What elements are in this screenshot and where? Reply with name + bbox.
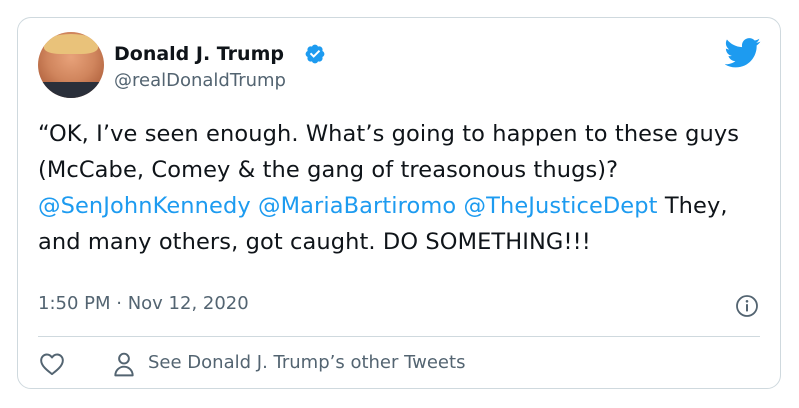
twitter-bird-icon[interactable] xyxy=(725,38,761,68)
info-icon[interactable] xyxy=(735,294,759,318)
tweet-text: “OK, I’ve seen enough. What’s going to h… xyxy=(38,116,758,260)
person-icon xyxy=(114,352,134,377)
tweet-text-space-2 xyxy=(456,193,463,219)
mention-senjohnkennedy[interactable]: @SenJohnKennedy xyxy=(38,193,251,219)
tweet-timestamp[interactable]: 1:50 PM · Nov 12, 2020 xyxy=(38,293,249,315)
author-name[interactable]: Donald J. Trump xyxy=(114,42,284,66)
author-handle[interactable]: @realDonaldTrump xyxy=(114,70,286,92)
tweet-card[interactable]: Donald J. Trump @realDonaldTrump “OK, I’… xyxy=(17,17,781,389)
avatar-suit xyxy=(38,82,104,98)
heart-icon[interactable] xyxy=(39,352,65,376)
avatar-hair xyxy=(44,34,98,54)
divider xyxy=(38,336,760,337)
verified-badge-icon xyxy=(305,44,325,64)
mention-mariabartiromo[interactable]: @MariaBartiromo xyxy=(258,193,456,219)
avatar[interactable] xyxy=(38,32,104,98)
tweet-text-part-1: “OK, I’ve seen enough. What’s going to h… xyxy=(38,121,747,183)
see-other-tweets-link[interactable]: See Donald J. Trump’s other Tweets xyxy=(148,352,465,374)
tweet-text-space-1 xyxy=(251,193,258,219)
mention-thejusticedept[interactable]: @TheJusticeDept xyxy=(464,193,658,219)
